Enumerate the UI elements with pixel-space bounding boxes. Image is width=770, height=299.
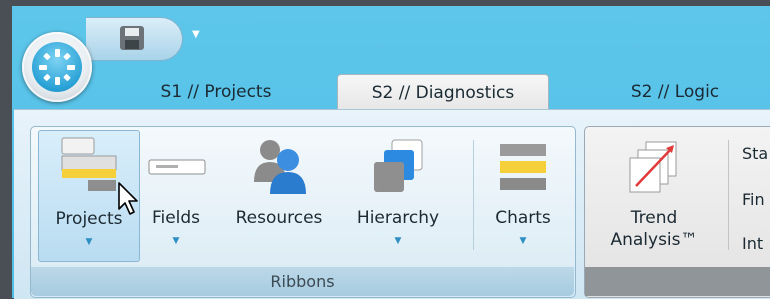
chevron-down-icon: ▼ <box>85 237 93 247</box>
trend-analysis-button[interactable]: Trend Analysis™ <box>594 130 714 260</box>
trend-analysis-label-line1: Trend <box>630 208 678 228</box>
mouse-cursor-icon <box>117 181 141 217</box>
side-item-int[interactable]: Int <box>742 234 763 253</box>
fields-label: Fields <box>151 208 201 228</box>
app-menu-button[interactable] <box>22 32 92 102</box>
fields-icon <box>147 157 207 177</box>
ribbons-group-label: Ribbons <box>31 267 574 296</box>
trend-analysis-label-line2: Analysis™ <box>610 230 698 250</box>
save-icon[interactable] <box>118 24 146 52</box>
window-border-top <box>0 0 770 6</box>
window-border-left <box>0 0 12 298</box>
projects-icon <box>60 136 118 196</box>
analysis-group-label-bar <box>585 267 770 296</box>
tab-s1-projects[interactable]: S1 // Projects <box>136 74 296 110</box>
chevron-down-icon: ▼ <box>394 236 402 246</box>
hierarchy-button[interactable]: Hierarchy ▼ <box>346 130 450 260</box>
tab-s2-diagnostics[interactable]: S2 // Diagnostics <box>337 74 549 111</box>
resources-icon <box>250 136 310 196</box>
chevron-down-icon: ▼ <box>172 236 180 246</box>
group-separator <box>728 140 729 250</box>
side-item-start[interactable]: Sta <box>742 144 768 163</box>
charts-label: Charts <box>495 208 551 228</box>
qat-dropdown-icon[interactable]: ▼ <box>192 29 200 40</box>
fields-button[interactable]: Fields ▼ <box>142 130 210 260</box>
hierarchy-icon <box>370 138 426 196</box>
resources-label: Resources <box>235 208 323 228</box>
group-separator <box>473 140 474 250</box>
side-item-fin[interactable]: Fin <box>742 190 765 209</box>
resources-button[interactable]: Resources <box>226 130 332 260</box>
tab-s2-logic[interactable]: S2 // Logic <box>600 74 750 110</box>
chevron-down-icon: ▼ <box>519 236 527 246</box>
hierarchy-label: Hierarchy <box>356 208 440 228</box>
app-logo-icon <box>32 42 82 92</box>
charts-icon <box>498 142 548 194</box>
trend-analysis-icon <box>628 140 682 196</box>
charts-button[interactable]: Charts ▼ <box>484 130 562 260</box>
